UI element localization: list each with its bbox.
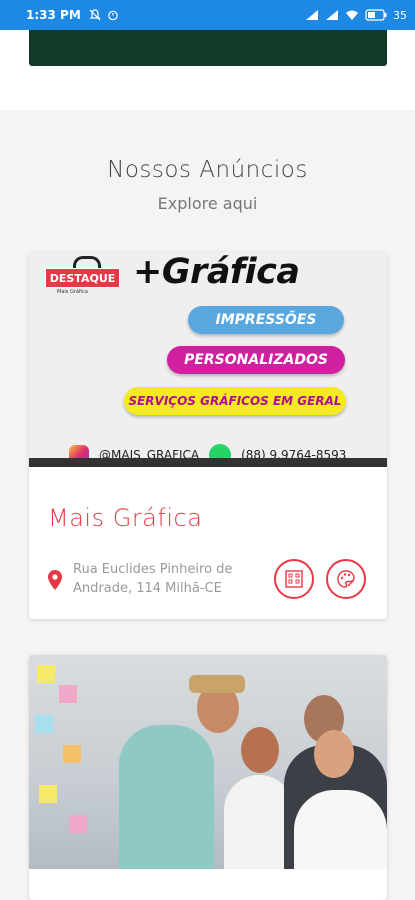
building-icon xyxy=(285,570,303,588)
sticky-note xyxy=(37,665,55,683)
business-info-button[interactable] xyxy=(274,559,314,599)
sticky-note xyxy=(35,715,53,733)
sticky-note xyxy=(39,785,57,803)
category-button[interactable] xyxy=(326,559,366,599)
location-pin-icon xyxy=(48,570,62,590)
listing-photo[interactable] xyxy=(29,655,387,869)
ad-pill-services: SERVIÇOS GRÁFICOS EM GERAL xyxy=(124,387,346,415)
listing-ad-image[interactable]: DESTAQUE Mais Gráfica +Gráfica IMPRESSÕE… xyxy=(29,252,387,467)
hat xyxy=(189,675,245,693)
section-subtitle: Explore aqui xyxy=(157,194,258,213)
ad-image-footer xyxy=(29,458,387,467)
status-bar: 1:33 PM 35 xyxy=(0,0,415,30)
status-right-icons: 35 xyxy=(305,9,407,22)
listing-card[interactable]: DESTAQUE Mais Gráfica +Gráfica IMPRESSÕE… xyxy=(29,252,387,619)
ad-brand-text: +Gráfica xyxy=(133,252,300,292)
wifi-icon xyxy=(346,10,358,20)
featured-badge: DESTAQUE xyxy=(45,268,120,288)
palette-icon xyxy=(337,570,355,588)
ad-pill-printing: IMPRESSÕES xyxy=(188,306,344,334)
ad-pill-custom: PERSONALIZADOS xyxy=(167,346,345,374)
battery-level: 35 xyxy=(393,8,407,22)
top-banner[interactable] xyxy=(29,30,387,66)
person xyxy=(294,790,387,869)
section-title: Nossos Anúncios xyxy=(107,157,308,183)
listing-card-2[interactable] xyxy=(29,655,387,900)
listing-address: Rua Euclides Pinheiro de Andrade, 114 Mi… xyxy=(73,562,233,596)
sticky-note xyxy=(69,815,87,833)
sticky-note xyxy=(59,685,77,703)
badge-subtitle: Mais Gráfica xyxy=(57,289,88,295)
listing-title[interactable]: Mais Gráfica xyxy=(48,504,202,532)
alarm-icon xyxy=(107,10,118,21)
person xyxy=(119,725,214,869)
status-time: 1:33 PM xyxy=(26,8,81,22)
person-head xyxy=(241,727,279,773)
signal-icon-2 xyxy=(326,10,338,20)
battery-icon xyxy=(365,9,387,21)
sticky-note xyxy=(63,745,81,763)
status-left-icons xyxy=(89,9,119,21)
person-head xyxy=(314,730,354,778)
signal-icon xyxy=(306,10,318,20)
notification-off-icon xyxy=(89,9,101,21)
